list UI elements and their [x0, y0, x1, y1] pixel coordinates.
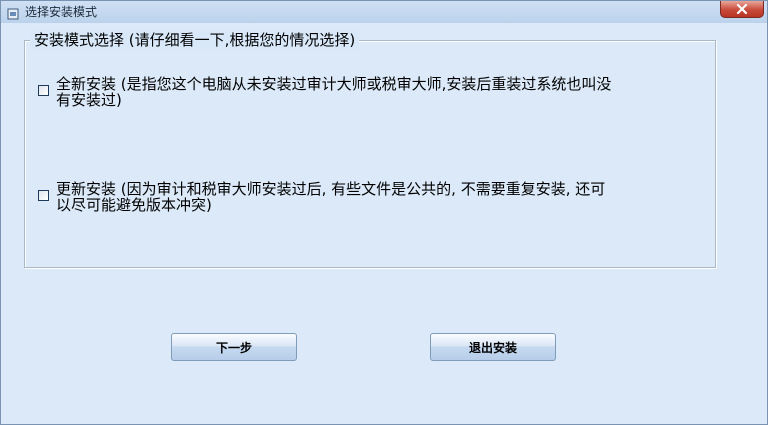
full-install-checkbox[interactable]: [38, 85, 49, 96]
next-button-label: 下一步: [215, 340, 252, 355]
next-button[interactable]: 下一步: [171, 333, 297, 361]
close-icon: [721, 1, 763, 17]
title-bar[interactable]: 选择安装模式: [1, 1, 767, 23]
installer-app-icon: [7, 5, 19, 20]
update-install-label-line1: 更新安装 (因为审计和税审大师安装过后, 有些文件是公共的, 不需要重复安装, …: [56, 180, 606, 198]
full-install-label-line1: 全新安装 (是指您这个电脑从未安装过审计大师或税审大师,安装后重装过系统也叫没: [56, 75, 612, 93]
exit-install-button-label: 退出安装: [468, 340, 517, 355]
window-title: 选择安装模式: [25, 5, 98, 19]
full-install-label-line2: 有安装过): [56, 91, 122, 109]
update-install-checkbox[interactable]: [38, 190, 49, 201]
update-install-label-line2: 以尽可能避免版本冲突): [56, 196, 212, 214]
groupbox-legend: 安装模式选择 (请仔细看一下,根据您的情况选择): [30, 31, 360, 49]
close-button[interactable]: [720, 1, 764, 18]
exit-install-button[interactable]: 退出安装: [430, 333, 556, 361]
